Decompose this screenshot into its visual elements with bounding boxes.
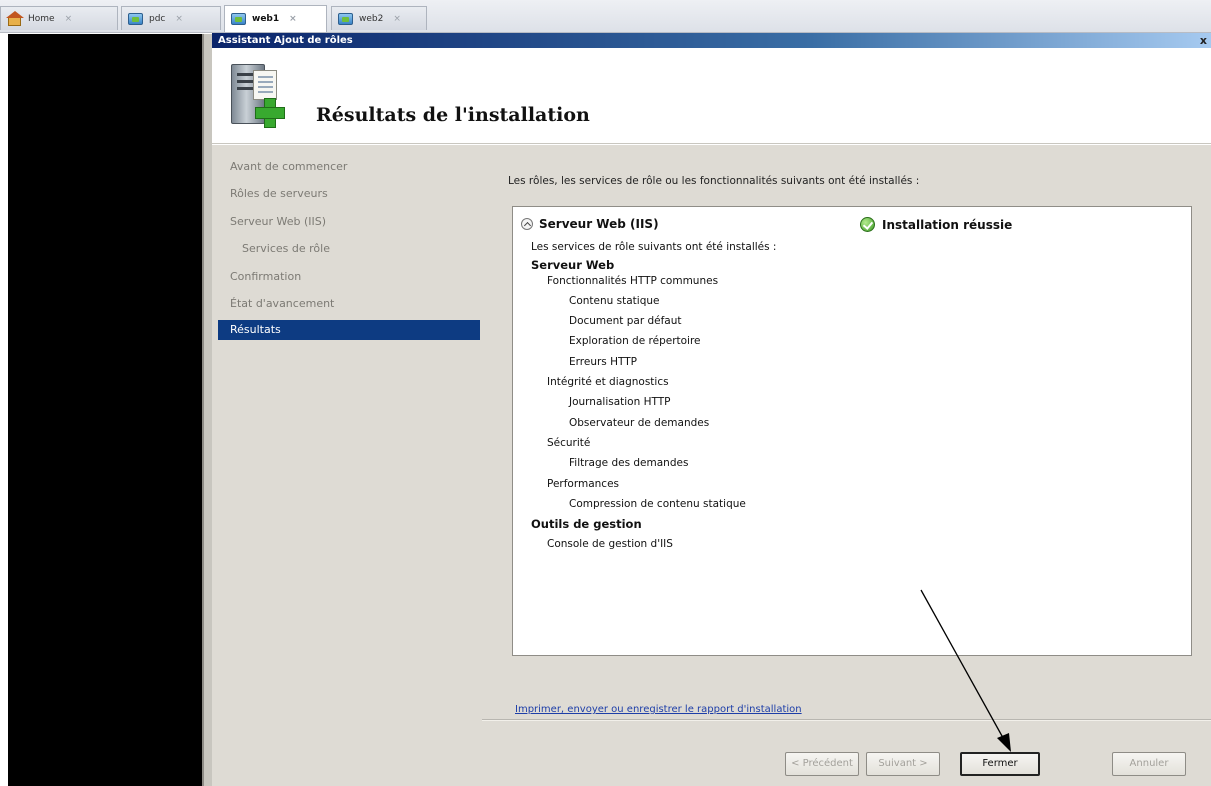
list-item: Observateur de demandes: [569, 417, 710, 429]
home-icon: [6, 10, 24, 26]
cancel-button[interactable]: Annuler: [1112, 752, 1186, 776]
window-edge: [202, 34, 212, 786]
report-link[interactable]: Imprimer, envoyer ou enregistrer le rapp…: [515, 704, 802, 715]
list-item: Compression de contenu statique: [569, 498, 746, 510]
nav-item-confirmation[interactable]: Confirmation: [230, 270, 301, 283]
previous-button[interactable]: < Précédent: [785, 752, 859, 776]
nav-item-server-roles[interactable]: Rôles de serveurs: [230, 187, 328, 200]
next-button[interactable]: Suivant >: [866, 752, 940, 776]
tab-pdc[interactable]: pdc ×: [121, 6, 221, 30]
vm-icon: [128, 12, 144, 26]
list-item: Serveur Web: [531, 258, 615, 272]
close-icon[interactable]: x: [1200, 33, 1207, 48]
vm-icon: [231, 12, 247, 26]
nav-item-role-services[interactable]: Services de rôle: [242, 242, 330, 255]
remote-desktop-background: [8, 34, 202, 786]
list-item: Outils de gestion: [531, 517, 642, 531]
tab-close-icon[interactable]: ×: [289, 14, 297, 24]
server-roles-icon: [229, 56, 287, 136]
tab-home[interactable]: Home ×: [0, 6, 118, 30]
list-item: Intégrité et diagnostics: [547, 376, 669, 388]
list-item: Contenu statique: [569, 295, 660, 307]
list-item: Document par défaut: [569, 315, 682, 327]
list-item: Console de gestion d'IIS: [547, 538, 673, 550]
collapse-icon[interactable]: [521, 218, 533, 230]
status-text: Installation réussie: [882, 217, 1013, 232]
window-title: Assistant Ajout de rôles: [218, 35, 353, 46]
list-item: Journalisation HTTP: [569, 396, 671, 408]
add-roles-wizard: Assistant Ajout de rôles x Résultats de …: [212, 33, 1211, 786]
list-item: Sécurité: [547, 437, 591, 449]
intro-text: Les rôles, les services de rôle ou les f…: [508, 175, 920, 187]
wizard-steps-nav: Avant de commencer Rôles de serveurs Ser…: [212, 145, 482, 786]
tab-label: pdc: [149, 13, 166, 24]
tab-label: web1: [252, 14, 280, 24]
nav-item-progress[interactable]: État d'avancement: [230, 297, 334, 310]
list-item: Performances: [547, 478, 620, 490]
list-item: Erreurs HTTP: [569, 356, 637, 368]
vm-icon: [338, 12, 354, 26]
tab-web1[interactable]: web1 ×: [224, 5, 327, 32]
results-content: Les rôles, les services de rôle ou les f…: [482, 145, 1211, 720]
success-check-icon: [860, 217, 875, 232]
title-bar: Assistant Ajout de rôles x: [212, 33, 1211, 48]
nav-item-before-you-begin[interactable]: Avant de commencer: [230, 160, 347, 173]
nav-item-results[interactable]: Résultats: [218, 320, 480, 340]
button-bar: < Précédent Suivant > Fermer Annuler: [482, 720, 1211, 786]
close-button[interactable]: Fermer: [960, 752, 1040, 776]
list-item: Fonctionnalités HTTP communes: [547, 275, 719, 287]
list-item: Les services de rôle suivants ont été in…: [531, 241, 777, 253]
role-heading[interactable]: Serveur Web (IIS): [521, 217, 659, 231]
tab-strip: Home × pdc × web1 × web2 ×: [0, 0, 1211, 33]
status-badge: Installation réussie: [860, 217, 1012, 232]
page-title: Résultats de l'installation: [316, 104, 590, 126]
wizard-header: Résultats de l'installation: [212, 48, 1211, 144]
nav-item-web-server[interactable]: Serveur Web (IIS): [230, 215, 326, 228]
role-name: Serveur Web (IIS): [539, 217, 659, 231]
tab-close-icon[interactable]: ×: [65, 14, 73, 24]
list-item: Exploration de répertoire: [569, 335, 701, 347]
tab-label: Home: [28, 13, 55, 24]
tab-web2[interactable]: web2 ×: [331, 6, 427, 30]
list-item: Filtrage des demandes: [569, 457, 689, 469]
installation-results-box: Serveur Web (IIS) Installation réussie L…: [512, 206, 1192, 656]
tab-label: web2: [359, 13, 384, 24]
tab-close-icon[interactable]: ×: [393, 14, 401, 24]
tab-close-icon[interactable]: ×: [175, 14, 183, 24]
